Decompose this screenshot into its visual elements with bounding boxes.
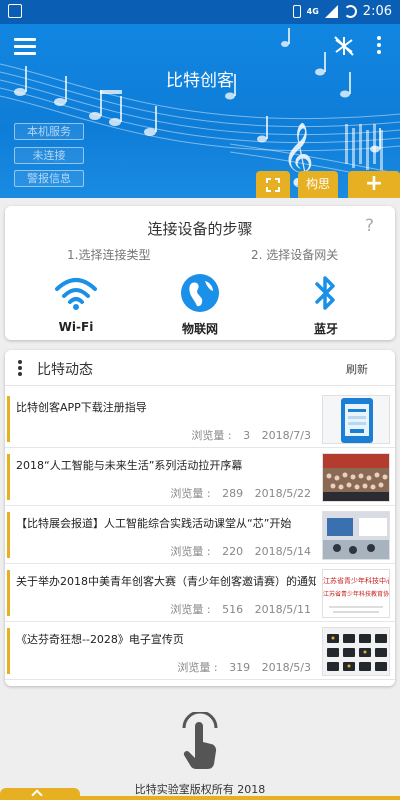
more-options-icon[interactable] — [374, 36, 384, 56]
news-thumbnail — [322, 511, 390, 560]
views-label: 浏览量 : — [170, 487, 211, 500]
news-date: 2018/5/3 — [261, 661, 311, 674]
news-item-title: 2018“人工智能与未来生活”系列活动拉开序幕 — [16, 459, 243, 472]
news-accent-bar — [7, 628, 10, 674]
views-count: 220 — [222, 545, 244, 558]
scan-button[interactable] — [256, 171, 290, 198]
app-title: 比特创客 — [166, 71, 234, 91]
news-item-title: 【比特展会报道】人工智能综合实践活动课堂从“芯”开始 — [16, 517, 292, 530]
news-date: 2018/5/11 — [254, 603, 311, 616]
news-item-meta: 浏览量 : 516 2018/5/11 — [170, 601, 311, 617]
local-service-button[interactable]: 本机服务 — [14, 123, 84, 140]
hamburger-menu-icon[interactable] — [14, 38, 36, 56]
network-type: 4G — [306, 7, 319, 16]
battery-icon — [343, 5, 357, 18]
news-item[interactable]: 【比特展会报道】人工智能综合实践活动课堂从“芯”开始 浏览量 : 220 201… — [5, 506, 395, 564]
views-count: 3 — [243, 429, 251, 442]
status-icons: 4G 2:06 — [292, 4, 392, 19]
chevron-up-icon — [31, 789, 43, 800]
thumbnail-text-1: 江苏省青少年科技中心 — [323, 577, 389, 585]
news-thumbnail — [322, 395, 390, 444]
vibrate-icon — [292, 5, 301, 18]
news-menu-icon[interactable] — [18, 360, 22, 376]
news-item[interactable]: 关于举办2018中美青年创客大赛（青少年创客邀请赛）的通知 浏览量 : 516 … — [5, 564, 395, 622]
expand-tab[interactable] — [0, 788, 80, 800]
news-item-meta: 浏览量 : 220 2018/5/14 — [170, 543, 311, 559]
scan-icon — [266, 178, 280, 192]
bluetooth-icon — [315, 276, 335, 310]
news-accent-bar — [7, 454, 10, 500]
wifi-icon — [55, 278, 97, 310]
clock: 2:06 — [362, 4, 392, 19]
tap-hand-icon — [182, 712, 218, 769]
news-thumbnail — [322, 627, 390, 676]
views-count: 289 — [222, 487, 244, 500]
bluetooth-label: 蓝牙 — [313, 322, 338, 336]
news-card: 比特动态 刷新 比特创客APP下载注册指导 浏览量 : 3 2018/7/3 2… — [5, 350, 395, 686]
views-label: 浏览量 : — [170, 603, 211, 616]
help-icon[interactable]: ? — [365, 216, 374, 236]
news-item[interactable]: 2018“人工智能与未来生活”系列活动拉开序幕 浏览量 : 289 2018/5… — [5, 448, 395, 506]
refresh-button[interactable]: 刷新 — [346, 361, 368, 377]
bottom-accent-line — [80, 796, 400, 800]
news-header: 比特动态 刷新 — [5, 350, 395, 386]
news-item-meta: 浏览量 : 3 2018/7/3 — [191, 427, 311, 443]
news-item-title: 关于举办2018中美青年创客大赛（青少年创客邀请赛）的通知 — [16, 575, 316, 588]
step-2-label: 2. 选择设备网关 — [251, 248, 339, 262]
alarm-info-button[interactable]: 警报信息 — [14, 170, 84, 187]
news-title: 比特动态 — [37, 362, 93, 378]
views-label: 浏览量 : — [177, 661, 218, 674]
views-label: 浏览量 : — [191, 429, 232, 442]
news-accent-bar — [7, 570, 10, 616]
thumbnail-text-2: 江苏省青少年科技教育协会 — [323, 591, 389, 598]
wifi-label: Wi-Fi — [58, 320, 94, 334]
globe-icon — [181, 274, 219, 312]
news-accent-bar — [7, 396, 10, 442]
connection-status-button[interactable]: 未连接 — [14, 147, 84, 164]
iot-label: 物联网 — [181, 322, 218, 336]
bluetooth-option[interactable]: 蓝牙 — [281, 272, 371, 337]
connection-steps-card: 连接设备的步骤 ? 1.选择连接类型 2. 选择设备网关 Wi-Fi 物联网 蓝… — [5, 206, 395, 340]
news-item[interactable]: 《达芬奇狂想--2028》电子宣传页 浏览量 : 319 2018/5/3 — [5, 622, 395, 680]
news-thumbnail — [322, 453, 390, 502]
status-bar: 4G 2:06 — [0, 0, 400, 24]
steps-title: 连接设备的步骤 — [147, 220, 253, 238]
news-item-meta: 浏览量 : 319 2018/5/3 — [177, 659, 311, 675]
views-count: 516 — [222, 603, 244, 616]
news-item-title: 《达芬奇狂想--2028》电子宣传页 — [16, 633, 184, 646]
news-date: 2018/5/22 — [254, 487, 311, 500]
news-item-title: 比特创客APP下载注册指导 — [16, 401, 147, 414]
views-label: 浏览量 : — [170, 545, 211, 558]
add-button[interactable]: + — [348, 171, 400, 198]
concept-button[interactable]: 构思 — [298, 171, 338, 198]
iot-option[interactable]: 物联网 — [155, 272, 245, 337]
wifi-option[interactable]: Wi-Fi — [31, 272, 121, 334]
news-thumbnail: 江苏省青少年科技中心 江苏省青少年科技教育协会 — [322, 569, 390, 618]
app-notification-icon — [8, 4, 22, 18]
signal-icon — [324, 5, 338, 18]
news-accent-bar — [7, 512, 10, 558]
step-1-label: 1.选择连接类型 — [67, 248, 151, 262]
news-item[interactable]: 比特创客APP下载注册指导 浏览量 : 3 2018/7/3 — [5, 390, 395, 448]
news-date: 2018/7/3 — [261, 429, 311, 442]
news-date: 2018/5/14 — [254, 545, 311, 558]
news-item-meta: 浏览量 : 289 2018/5/22 — [170, 485, 311, 501]
views-count: 319 — [229, 661, 251, 674]
bluetooth-disconnected-icon[interactable] — [332, 34, 356, 58]
